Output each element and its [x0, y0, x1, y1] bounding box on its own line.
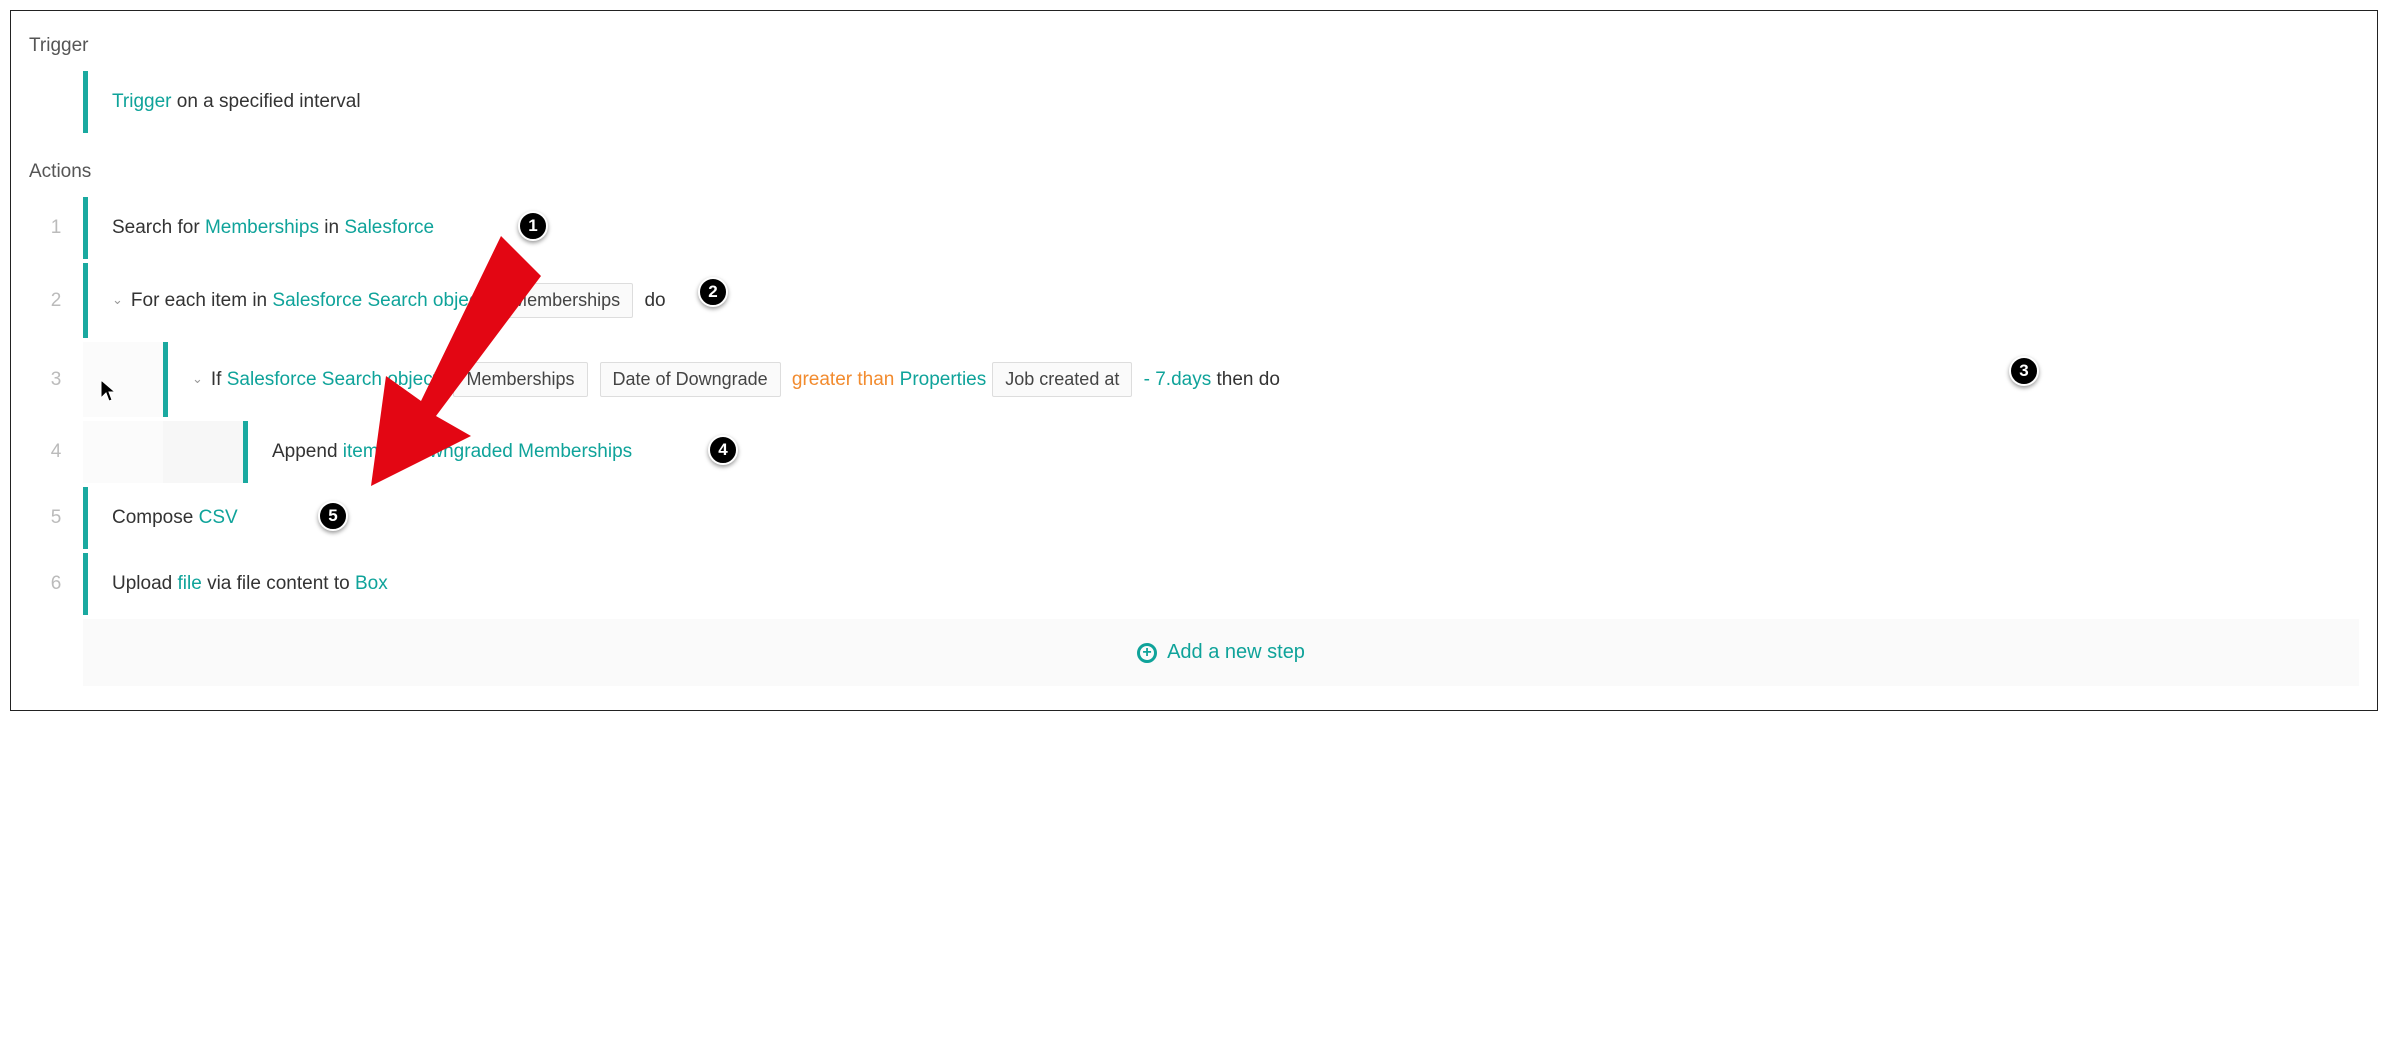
search-objects-link[interactable]: Salesforce Search objects: [272, 290, 493, 311]
action-step-3: 3 ⌄ If Salesforce Search objectsMembersh…: [29, 342, 2359, 417]
annotation-badge-2: 2: [698, 277, 728, 307]
workflow-editor: Trigger Trigger on a specified interval …: [10, 10, 2378, 711]
step-card[interactable]: Upload file via file content to Box: [83, 553, 2359, 615]
item-link[interactable]: item: [343, 441, 379, 462]
trigger-link[interactable]: Trigger: [112, 91, 171, 112]
nest-indent: [83, 421, 163, 483]
box-link[interactable]: Box: [355, 573, 388, 594]
salesforce-link[interactable]: Salesforce: [344, 217, 434, 238]
pill-job-created[interactable]: Job created at: [992, 362, 1132, 397]
pill-date-downgrade[interactable]: Date of Downgrade: [600, 362, 781, 397]
step-number: 4: [29, 421, 83, 483]
trigger-step[interactable]: Trigger on a specified interval: [83, 71, 2359, 133]
step-number: 5: [29, 487, 83, 549]
action-step-6: 6 Upload file via file content to Box: [29, 553, 2359, 615]
step-card[interactable]: Search for Memberships in Salesforce 1: [83, 197, 2359, 259]
action-step-1: 1 Search for Memberships in Salesforce 1: [29, 197, 2359, 259]
nest-indent: [83, 342, 163, 417]
memberships-link[interactable]: Memberships: [205, 217, 319, 238]
annotation-badge-3: 3: [2009, 356, 2039, 386]
step-number: 3: [29, 342, 83, 417]
add-step-label: Add a new step: [1167, 641, 1305, 664]
action-step-4: 4 Append item to Downgraded Memberships …: [29, 421, 2359, 483]
chevron-down-icon[interactable]: ⌄: [192, 371, 203, 387]
step-number: 2: [29, 263, 83, 338]
step-card[interactable]: Compose CSV 5: [83, 487, 2359, 549]
step-number: 6: [29, 553, 83, 615]
step-number: 1: [29, 197, 83, 259]
downgraded-memberships-link[interactable]: Downgraded Memberships: [405, 441, 632, 462]
add-step-button[interactable]: + Add a new step: [83, 619, 2359, 686]
step-card[interactable]: Append item to Downgraded Memberships 4: [243, 421, 2359, 483]
days-offset-link[interactable]: - 7.days: [1138, 369, 1211, 390]
chevron-down-icon[interactable]: ⌄: [112, 292, 123, 308]
search-objects-link[interactable]: Salesforce Search objects: [227, 369, 448, 390]
annotation-badge-4: 4: [708, 435, 738, 465]
annotation-badge-1: 1: [518, 211, 548, 241]
step-card[interactable]: ⌄ If Salesforce Search objectsMembership…: [163, 342, 2359, 417]
operator-greater-than[interactable]: greater than: [792, 369, 894, 390]
action-step-2: 2 ⌄ For each item in Salesforce Search o…: [29, 263, 2359, 338]
pill-memberships[interactable]: Memberships: [499, 283, 633, 318]
pill-memberships[interactable]: Memberships: [453, 362, 587, 397]
trigger-row: Trigger on a specified interval: [29, 71, 2359, 133]
action-step-5: 5 Compose CSV 5: [29, 487, 2359, 549]
actions-section-label: Actions: [29, 161, 2359, 183]
file-link[interactable]: file: [178, 573, 202, 594]
properties-link[interactable]: Properties: [900, 369, 987, 390]
trigger-text: on a specified interval: [171, 91, 360, 112]
annotation-badge-5: 5: [318, 501, 348, 531]
plus-circle-icon: +: [1137, 643, 1157, 663]
csv-link[interactable]: CSV: [199, 507, 238, 528]
step-card[interactable]: ⌄ For each item in Salesforce Search obj…: [83, 263, 2359, 338]
trigger-section-label: Trigger: [29, 35, 2359, 57]
nest-indent: [163, 421, 243, 483]
